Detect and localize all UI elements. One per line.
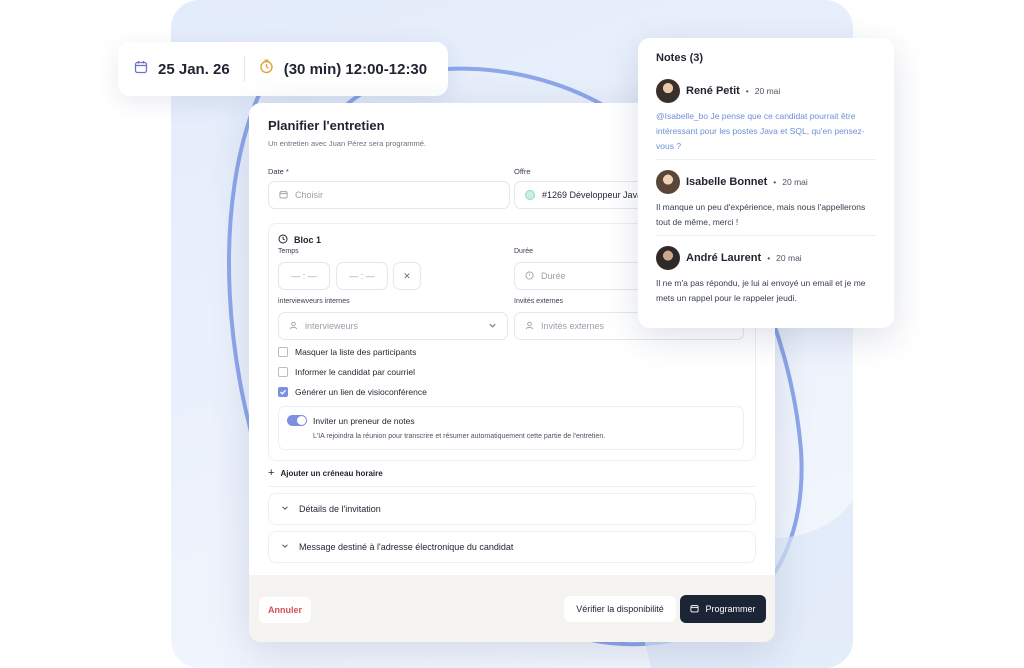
notify-candidate-checkbox[interactable] xyxy=(278,367,288,377)
invitation-details-label: Détails de l'invitation xyxy=(299,504,381,514)
note-date: 20 mai xyxy=(782,177,808,187)
external-guests-placeholder: Invités externes xyxy=(541,321,605,331)
notify-candidate-option[interactable]: Informer le candidat par courriel xyxy=(278,367,415,377)
candidate-email-label: Message destiné à l'adresse électronique… xyxy=(299,542,514,552)
internal-interviewers-label: interviewveurs internes xyxy=(278,298,350,305)
avatar xyxy=(656,246,680,270)
schedule-button[interactable]: Programmer xyxy=(680,595,766,623)
interview-date: 25 Jan. 26 xyxy=(158,60,230,78)
user-icon xyxy=(525,321,534,332)
internal-interviewers-placeholder: intervieweurs xyxy=(305,321,359,331)
candidate-email-accordion[interactable]: Message destiné à l'adresse électronique… xyxy=(268,531,756,563)
note-item: René Petit • 20 mai @Isabelle_bo Je pens… xyxy=(656,79,876,154)
chevron-down-icon xyxy=(488,321,497,332)
hide-participants-label: Masquer la liste des participants xyxy=(295,347,417,357)
datetime-pill: 25 Jan. 26 (30 min) 12:00-12:30 xyxy=(118,42,448,96)
cancel-button[interactable]: Annuler xyxy=(259,597,311,623)
clear-time-button[interactable]: ✕ xyxy=(393,262,421,290)
divider xyxy=(656,235,876,236)
block-title: Bloc 1 xyxy=(278,234,321,246)
add-time-slot-button[interactable]: + Ajouter un créneau horaire xyxy=(268,467,383,479)
note-author: René Petit xyxy=(686,85,740,97)
chevron-down-icon xyxy=(281,504,289,514)
notetaker-description: L'IA rejoindra la réunion pour transcrir… xyxy=(313,433,606,440)
modal-footer: Annuler Vérifier la disponibilité Progra… xyxy=(249,575,775,642)
hide-participants-option[interactable]: Masquer la liste des participants xyxy=(278,347,416,357)
end-time-input[interactable]: — : — xyxy=(336,262,388,290)
notetaker-title: Inviter un preneur de notes xyxy=(313,416,415,426)
plus-icon: + xyxy=(268,467,275,479)
stage: 25 Jan. 26 (30 min) 12:00-12:30 Planifie… xyxy=(0,0,1024,668)
note-date: 20 mai xyxy=(754,86,781,96)
offer-status-dot xyxy=(525,190,535,200)
schedule-label: Programmer xyxy=(705,604,756,614)
modal-subtitle: Un entretien avec Juan Pérez sera progra… xyxy=(268,139,426,148)
note-author: André Laurent xyxy=(686,252,762,264)
modal-title: Planifier l'entretien xyxy=(268,118,385,133)
internal-interviewers-select[interactable]: intervieweurs xyxy=(278,312,508,340)
clock-icon xyxy=(259,59,274,79)
note-date-dot: • xyxy=(773,177,777,187)
calendar-icon xyxy=(690,604,700,615)
avatar xyxy=(656,170,680,194)
divider xyxy=(656,159,876,160)
note-header: René Petit • 20 mai xyxy=(656,79,876,103)
internal-interviewers-content: intervieweurs xyxy=(289,321,358,332)
duration-label: Durée xyxy=(514,248,534,255)
close-icon: ✕ xyxy=(403,270,411,281)
offer-label: Offre xyxy=(514,167,531,176)
notes-card: Notes (3) René Petit • 20 mai @Isabelle_… xyxy=(638,38,894,328)
invitation-details-accordion[interactable]: Détails de l'invitation xyxy=(268,493,756,525)
note-text: Il manque un peu d'expérience, mais nous… xyxy=(656,202,866,227)
note-text: Il ne m'a pas répondu, je lui ai envoyé … xyxy=(656,278,866,303)
video-link-option[interactable]: Générer un lien de visioconférence xyxy=(278,387,427,397)
video-link-label: Générer un lien de visioconférence xyxy=(295,387,427,397)
offer-value: #1269 Développeur Java xyxy=(542,190,643,200)
external-guests-label: Invités externes xyxy=(514,298,564,305)
end-time-value: — : — xyxy=(349,271,375,281)
note-item: André Laurent • 20 mai Il ne m'a pas rép… xyxy=(656,246,876,306)
note-date: 20 mai xyxy=(776,253,802,263)
note-header: Isabelle Bonnet • 20 mai xyxy=(656,170,876,194)
date-placeholder: Choisir xyxy=(295,190,324,200)
add-time-slot-label: Ajouter un créneau horaire xyxy=(280,468,383,478)
notetaker-toggle[interactable] xyxy=(287,415,307,426)
duration-placeholder: Durée xyxy=(541,271,566,281)
date-label: Date * xyxy=(268,167,289,176)
calendar-icon xyxy=(279,190,288,201)
note-header: André Laurent • 20 mai xyxy=(656,246,876,270)
date-field[interactable]: Choisir xyxy=(268,181,510,209)
note-text: @Isabelle_bo Je pense que ce candidat po… xyxy=(656,111,865,151)
user-icon xyxy=(289,321,298,332)
time-label: Temps xyxy=(278,248,299,255)
divider xyxy=(243,56,245,82)
divider xyxy=(268,486,756,487)
note-date-dot: • xyxy=(767,253,771,263)
calendar-icon xyxy=(134,60,148,79)
note-item: Isabelle Bonnet • 20 mai Il manque un pe… xyxy=(656,170,876,230)
check-icon xyxy=(280,389,286,395)
start-time-input[interactable]: — : — xyxy=(278,262,330,290)
note-author: Isabelle Bonnet xyxy=(686,176,768,188)
video-link-checkbox[interactable] xyxy=(278,387,288,397)
block-title-text: Bloc 1 xyxy=(294,235,322,245)
chevron-down-icon xyxy=(281,542,289,552)
avatar xyxy=(656,79,680,103)
start-time-value: — : — xyxy=(291,271,317,281)
hide-participants-checkbox[interactable] xyxy=(278,347,288,357)
notes-title: Notes (3) xyxy=(656,52,704,64)
notetaker-box: Inviter un preneur de notes L'IA rejoind… xyxy=(278,406,744,450)
notify-candidate-label: Informer le candidat par courriel xyxy=(295,367,416,377)
check-availability-button[interactable]: Vérifier la disponibilité xyxy=(564,596,676,622)
clock-icon xyxy=(278,234,288,246)
note-date-dot: • xyxy=(745,86,749,96)
interview-time: (30 min) 12:00-12:30 xyxy=(283,60,428,78)
clock-icon xyxy=(525,270,534,282)
